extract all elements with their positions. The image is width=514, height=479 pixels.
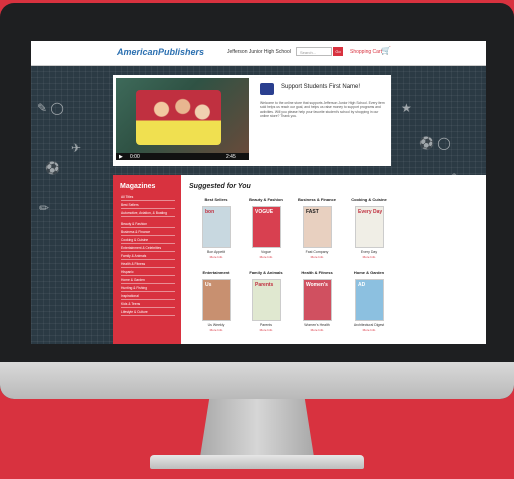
magazine-cover[interactable]: Us xyxy=(202,279,231,321)
video-controls[interactable]: ▶ 0:00 2:45 xyxy=(116,153,249,160)
shopping-cart-link[interactable]: Shopping Cart xyxy=(350,49,382,55)
video-thumbnail xyxy=(136,90,221,145)
category-sidebar: Magazines All Titles Best Sellers Automoti… xyxy=(113,175,181,344)
hero-title: Support Students First Name! xyxy=(281,84,361,90)
publisher-logo-icon xyxy=(260,83,274,95)
magazine-cover[interactable]: bon xyxy=(202,206,231,248)
monitor-base xyxy=(150,455,364,469)
school-name: Jefferson Junior High School xyxy=(227,49,291,55)
sidebar-item[interactable]: Lifestyle & Culture xyxy=(121,310,175,316)
sidebar-item[interactable]: Health & Fitness xyxy=(121,262,175,268)
sidebar-item[interactable]: Home & Garden xyxy=(121,278,175,284)
more-info-link[interactable]: More Info xyxy=(344,255,394,259)
cover-masthead: Parents xyxy=(255,282,274,288)
category-heading: Business & Finance xyxy=(297,197,336,202)
sidebar-item[interactable]: Best Sellers xyxy=(121,203,175,209)
magazine-cover[interactable]: Parents xyxy=(252,279,281,321)
sidebar-item[interactable]: All Titles xyxy=(121,195,175,201)
hero-banner: ▶ 0:00 2:45 Support Students First Name!… xyxy=(113,75,391,166)
magazine-name[interactable]: Every Day xyxy=(344,250,394,254)
magazine-name[interactable]: Bon Appetit xyxy=(191,250,241,254)
category-heading: Best Sellers xyxy=(204,197,228,202)
screen: ✎ ◯ ⚽ ✈ ✏ ⚽ ◯ ✎ ★ AmericanPublishers Jef… xyxy=(31,41,486,344)
category-heading: Family & Animals xyxy=(249,270,283,275)
magazine-name[interactable]: Vogue xyxy=(241,250,291,254)
magazine-cover[interactable]: VOGUE xyxy=(252,206,281,248)
doodle-icon: ✎ ◯ xyxy=(37,101,64,115)
cover-masthead: Every Day xyxy=(358,209,383,215)
more-info-link[interactable]: More Info xyxy=(292,328,342,332)
magazine-cover[interactable]: Every Day xyxy=(355,206,384,248)
sidebar-item[interactable]: Kids & Teens xyxy=(121,302,175,308)
more-info-link[interactable]: More Info xyxy=(191,255,241,259)
sidebar-title: Magazines xyxy=(120,183,156,190)
cover-masthead: bon xyxy=(205,209,215,215)
monitor-chin xyxy=(0,362,514,399)
hero-description: Welcome to the online store that support… xyxy=(260,101,385,119)
search-input[interactable]: Search... xyxy=(296,47,332,56)
suggested-title: Suggested for You xyxy=(189,183,251,190)
more-info-link[interactable]: More Info xyxy=(292,255,342,259)
sidebar-item[interactable]: Family & Animals xyxy=(121,254,175,260)
more-info-link[interactable]: More Info xyxy=(344,328,394,332)
magazine-cover[interactable]: AD xyxy=(355,279,384,321)
doodle-icon: ★ xyxy=(401,101,412,115)
catalog-panel: Magazines All Titles Best Sellers Automoti… xyxy=(113,175,486,344)
category-heading: Health & Fitness xyxy=(301,270,333,275)
magazine-name[interactable]: Architectural Digest xyxy=(344,323,394,327)
more-info-link[interactable]: More Info xyxy=(241,255,291,259)
category-heading: Home & Garden xyxy=(353,270,385,275)
sidebar-item[interactable]: Hunting & Fishing xyxy=(121,286,175,292)
more-info-link[interactable]: More Info xyxy=(191,328,241,332)
magazine-name[interactable]: Women's Health xyxy=(292,323,342,327)
cover-masthead: FAST xyxy=(306,209,319,215)
sidebar-item[interactable]: Business & Finance xyxy=(121,230,175,236)
sidebar-item[interactable]: Beauty & Fashion xyxy=(121,222,175,228)
doodle-icon: ✈ xyxy=(71,141,82,155)
cover-masthead: Us xyxy=(205,282,212,288)
cover-masthead: Women's xyxy=(306,282,328,288)
sidebar-item[interactable]: Automotive, Aviation, & Boating xyxy=(121,211,175,217)
sidebar-item[interactable]: Cooking & Cuisine xyxy=(121,238,175,244)
search-go-button[interactable]: Go xyxy=(333,47,343,56)
monitor-stand xyxy=(200,399,314,457)
doodle-icon: ⚽ xyxy=(45,161,60,175)
cover-masthead: VOGUE xyxy=(255,209,274,215)
video-player[interactable]: ▶ 0:00 2:45 xyxy=(116,78,249,160)
site-header: AmericanPublishers Jefferson Junior High… xyxy=(31,41,486,66)
magazine-name[interactable]: Parents xyxy=(241,323,291,327)
shopping-cart-icon[interactable]: 🛒 xyxy=(381,46,391,55)
play-icon[interactable]: ▶ xyxy=(119,154,123,160)
doodle-icon: ⚽ ◯ xyxy=(419,136,451,150)
video-duration: 2:45 xyxy=(226,154,236,160)
category-heading: Entertainment xyxy=(202,270,230,275)
sidebar-item[interactable]: Hispanic xyxy=(121,270,175,276)
magazine-name[interactable]: Us Weekly xyxy=(191,323,241,327)
magazine-cover[interactable]: Women's xyxy=(303,279,332,321)
video-time: 0:00 xyxy=(130,154,140,160)
sidebar-item[interactable]: Entertainment & Celebrities xyxy=(121,246,175,252)
category-heading: Beauty & Fashion xyxy=(249,197,283,202)
site-logo[interactable]: AmericanPublishers xyxy=(117,47,204,57)
magazine-name[interactable]: Fast Company xyxy=(292,250,342,254)
category-heading: Cooking & Cuisine xyxy=(351,197,387,202)
magazine-cover[interactable]: FAST xyxy=(303,206,332,248)
cover-masthead: AD xyxy=(358,282,366,288)
sidebar-item[interactable]: Inspirational xyxy=(121,294,175,300)
more-info-link[interactable]: More Info xyxy=(241,328,291,332)
doodle-icon: ✏ xyxy=(39,201,50,215)
